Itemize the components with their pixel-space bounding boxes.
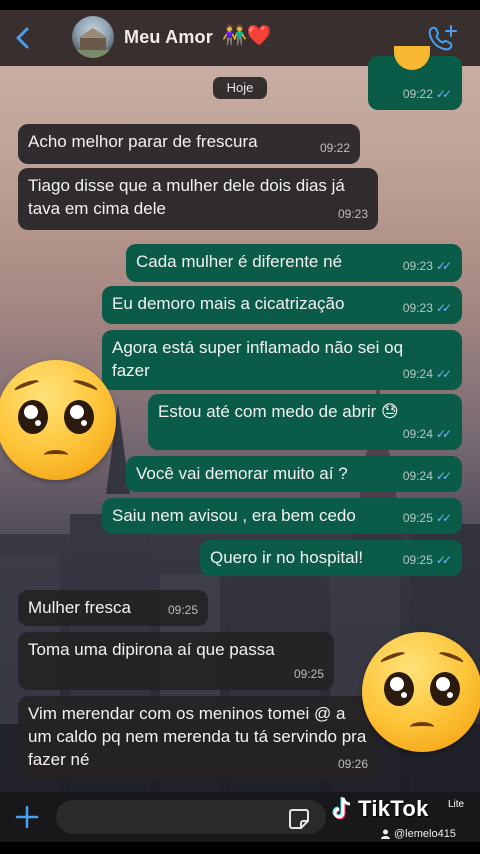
emoji-partial	[394, 46, 430, 70]
message-bubble-out[interactable]: 09:22 ✓✓	[368, 46, 462, 110]
message-text: Saiu nem avisou , era bem cedo	[112, 506, 356, 525]
home-indicator-bar	[0, 842, 480, 854]
message-meta: 09:25 ✓✓	[403, 507, 452, 530]
message-meta: 09:23 ✓✓	[403, 297, 452, 320]
message-meta: 09:24 ✓✓	[403, 423, 452, 446]
message-time: 09:25	[402, 553, 433, 567]
emoji-brow	[71, 377, 99, 395]
chevron-left-icon[interactable]	[10, 24, 36, 52]
message-text: Agora está super inflamado não sei oq fa…	[112, 338, 404, 380]
message-time: 09:26	[337, 757, 368, 771]
message-time: 09:24	[402, 427, 433, 441]
message-bubble-out[interactable]: Cada mulher é diferente né 09:23 ✓✓	[126, 244, 462, 282]
message-bubble-in[interactable]: Tiago disse que a mulher dele dois dias …	[18, 168, 378, 230]
read-ticks-icon: ✓✓	[435, 469, 452, 483]
tiktok-lite-label: Lite	[448, 799, 465, 810]
emoji-brow	[13, 377, 41, 395]
message-time: 09:23	[402, 259, 433, 273]
read-ticks-icon: ✓✓	[435, 511, 452, 525]
message-time: 09:23	[402, 301, 433, 315]
tiktok-logo-icon	[332, 797, 351, 820]
message-time: 09:25	[402, 511, 433, 525]
message-time: 09:25	[167, 603, 198, 617]
message-time: 09:24	[402, 367, 433, 381]
read-ticks-icon: ✓✓	[435, 87, 452, 101]
contact-name[interactable]: Meu Amor	[124, 27, 213, 48]
emoji-eye	[18, 400, 48, 434]
message-meta: 09:25	[294, 663, 324, 686]
message-bubble-out[interactable]: Estou até com medo de abrir 😓 09:24 ✓✓	[148, 394, 462, 450]
message-text: Estou até com medo de abrir 😓	[158, 402, 399, 421]
message-time: 09:24	[402, 469, 433, 483]
avatar[interactable]	[72, 16, 114, 58]
plus-icon[interactable]	[14, 804, 40, 830]
avatar-image	[72, 28, 114, 58]
read-ticks-icon: ✓✓	[435, 367, 452, 381]
add-call-icon[interactable]	[426, 23, 458, 53]
couple-heart-emoji: 👫❤️	[222, 25, 272, 47]
message-meta: 09:25	[168, 599, 198, 622]
message-text: Acho melhor parar de frescura	[28, 132, 258, 151]
message-meta: 09:25 ✓✓	[403, 549, 452, 572]
message-bubble-out[interactable]: Agora está super inflamado não sei oq fa…	[102, 330, 462, 390]
emoji-eye	[64, 400, 94, 434]
read-ticks-icon: ✓✓	[435, 553, 452, 567]
message-bubble-out[interactable]: Saiu nem avisou , era bem cedo 09:25 ✓✓	[102, 498, 462, 534]
message-bubble-out[interactable]: Você vai demorar muito aí ? 09:24 ✓✓	[126, 456, 462, 492]
message-meta: 09:23 ✓✓	[403, 255, 452, 278]
message-meta: 09:26	[338, 753, 368, 776]
message-time: 09:22	[319, 141, 350, 155]
emoji-mouth	[410, 722, 434, 732]
status-strip	[0, 0, 480, 10]
chat-screen: Meu Amor 👫❤️ 09:22 ✓✓ Hoje Acho melhor p…	[0, 0, 480, 854]
message-meta: 09:24 ✓✓	[403, 465, 452, 488]
message-time: 09:23	[337, 207, 368, 221]
message-meta: 09:23	[338, 203, 368, 226]
read-ticks-icon: ✓✓	[435, 427, 452, 441]
message-time: 09:22	[402, 87, 433, 101]
read-ticks-icon: ✓✓	[435, 259, 452, 273]
message-bubble-in[interactable]: Toma uma dipirona aí que passa 09:25	[18, 632, 334, 690]
message-bubble-out[interactable]: Quero ir no hospital! 09:25 ✓✓	[200, 540, 462, 576]
pleading-face-emoji	[0, 360, 116, 480]
emoji-brow	[437, 649, 465, 667]
message-text: Toma uma dipirona aí que passa	[28, 640, 275, 659]
message-bubble-in[interactable]: Mulher fresca 09:25	[18, 590, 208, 626]
message-input[interactable]	[56, 800, 326, 834]
message-meta: 09:22	[320, 137, 350, 160]
message-text: Eu demoro mais a cicatrização	[112, 294, 345, 313]
tiktok-username: @lemelo415	[394, 828, 456, 840]
message-text: Vim merendar com os meninos tomei @ a um…	[28, 704, 367, 769]
message-bubble-out[interactable]: Eu demoro mais a cicatrização 09:23 ✓✓	[102, 286, 462, 324]
emoji-mouth	[44, 450, 68, 460]
message-bubble-in[interactable]: Acho melhor parar de frescura 09:22	[18, 124, 360, 164]
date-separator: Hoje	[213, 77, 267, 99]
message-text: Tiago disse que a mulher dele dois dias …	[28, 176, 345, 218]
message-bubble-in[interactable]: Vim merendar com os meninos tomei @ a um…	[18, 696, 378, 780]
message-meta: 09:22 ✓✓	[403, 83, 452, 106]
emoji-eye	[384, 672, 414, 706]
pleading-face-emoji	[362, 632, 480, 752]
emoji-brow	[379, 649, 407, 667]
read-ticks-icon: ✓✓	[435, 301, 452, 315]
emoji-eye	[430, 672, 460, 706]
message-time: 09:25	[293, 667, 324, 681]
tiktok-wordmark: TikTok	[358, 796, 429, 821]
sticker-icon[interactable]	[288, 808, 310, 830]
message-meta: 09:24 ✓✓	[403, 363, 452, 386]
